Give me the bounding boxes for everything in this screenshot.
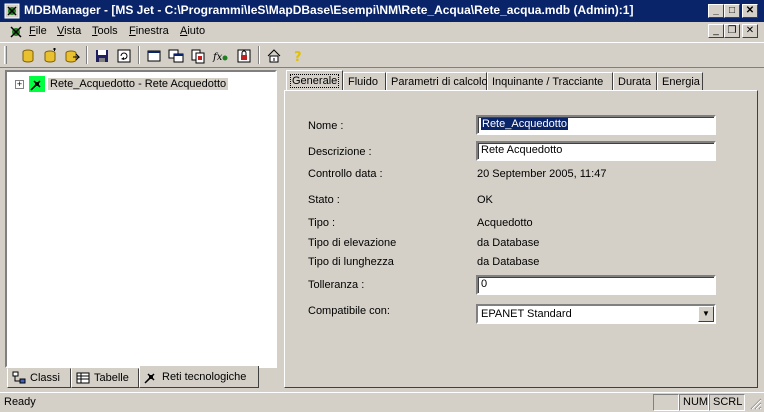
tipo-value: Acquedotto [477, 217, 533, 229]
network-icon [144, 372, 155, 384]
menu-file[interactable]: File [29, 25, 47, 37]
tab-durata[interactable]: Durata [613, 72, 657, 91]
left-tab-strip: Classi Tabelle Reti tecnologiche [5, 366, 277, 390]
help-icon[interactable]: ? [288, 46, 308, 66]
tab-durata-label: Durata [618, 76, 652, 88]
tab-parametri-label: Parametri di calcolo [391, 76, 488, 88]
status-text: Ready [4, 396, 36, 408]
tipo-elevazione-value: da Database [477, 237, 540, 249]
maximize-button[interactable]: □ [724, 4, 740, 18]
tab-tabelle-label: Tabelle [94, 372, 129, 384]
classes-icon [12, 371, 26, 384]
status-bar: Ready NUM SCRL [0, 392, 764, 412]
tab-energia[interactable]: Energia [657, 72, 703, 91]
panel-splitter[interactable] [279, 68, 283, 390]
tipo-lunghezza-value: da Database [477, 256, 540, 268]
tab-classi[interactable]: Classi [7, 368, 71, 388]
tipo-label: Tipo : [308, 217, 336, 229]
nome-value: Rete_Acquedotto [481, 118, 569, 130]
nome-field[interactable]: Rete_Acquedotto [476, 115, 716, 135]
tab-energia-label: Energia [662, 76, 700, 88]
db-export-icon[interactable] [62, 46, 82, 66]
stato-label: Stato : [308, 194, 340, 206]
menu-aiuto[interactable]: Aiuto [180, 25, 205, 37]
title-bar: MDBManager - [MS Jet - C:\Programmi\IeS\… [0, 0, 764, 22]
menu-tools-rest: ools [97, 25, 118, 37]
chevron-down-icon[interactable]: ▼ [698, 306, 714, 322]
compatibile-select[interactable]: EPANET Standard ▼ [476, 304, 716, 324]
status-scrl: SCRL [709, 394, 745, 411]
tab-generale-label: Generale [289, 74, 340, 88]
close-button[interactable]: ✕ [742, 4, 758, 18]
db-open-icon[interactable] [18, 46, 38, 66]
status-pane-empty [653, 394, 679, 411]
app-icon[interactable] [4, 3, 20, 19]
toolbar-separator [138, 46, 140, 64]
tab-parametri-di-calcolo[interactable]: Parametri di calcolo [386, 72, 488, 91]
tree-panel[interactable]: + Rete_Acquedotto - Rete Acquedotto [5, 70, 277, 368]
function-icon[interactable]: fx [210, 46, 230, 66]
tree-expand-button[interactable]: + [15, 79, 24, 89]
mdi-restore-button[interactable]: ❐ [724, 24, 740, 38]
network-node-icon [29, 76, 45, 92]
tab-generale[interactable]: Generale [286, 70, 343, 91]
descrizione-label: Descrizione : [308, 146, 372, 158]
toolbar: fx ? [0, 42, 764, 68]
toolbar-grip[interactable] [4, 46, 7, 64]
tipo-lunghezza-label: Tipo di lunghezza [308, 256, 394, 268]
save-icon[interactable] [92, 46, 112, 66]
nome-label: Nome : [308, 120, 344, 132]
refresh-icon[interactable] [114, 46, 134, 66]
document-system-icon[interactable] [8, 24, 24, 40]
toolbar-separator [86, 46, 88, 64]
tree-item-rete-acquedotto[interactable]: + Rete_Acquedotto - Rete Acquedotto [15, 76, 229, 92]
compatibile-value: EPANET Standard [481, 308, 572, 320]
table-icon [76, 372, 90, 384]
db-new-icon[interactable] [40, 46, 60, 66]
minimize-button[interactable]: _ [708, 4, 724, 18]
home-icon[interactable] [264, 46, 284, 66]
menu-vista-rest: ista [64, 25, 82, 37]
descrizione-value: Rete Acquedotto [481, 144, 563, 156]
menu-finestra-rest: inestra [135, 25, 169, 37]
compatibile-label: Compatibile con: [308, 305, 390, 317]
menu-finestra[interactable]: Finestra [129, 25, 169, 37]
copy-window-icon[interactable] [188, 46, 208, 66]
menu-bar: File Vista Tools Finestra Aiuto [0, 22, 764, 42]
tab-fluido-label: Fluido [348, 76, 378, 88]
toolbar-separator [258, 46, 260, 64]
menu-vista[interactable]: Vista [57, 25, 81, 37]
menu-aiuto-rest: iuto [187, 25, 206, 37]
resize-grip-icon[interactable] [750, 398, 762, 410]
controllo-data-value: 20 September 2005, 11:47 [477, 168, 607, 180]
tab-tabelle[interactable]: Tabelle [71, 368, 139, 388]
mdi-minimize-button[interactable]: _ [708, 24, 724, 38]
tab-reti-tecnologiche[interactable]: Reti tecnologiche [139, 366, 259, 388]
window-title: MDBManager - [MS Jet - C:\Programmi\IeS\… [24, 3, 634, 17]
status-num: NUM [679, 394, 709, 411]
lock-icon[interactable] [234, 46, 254, 66]
tolleranza-label: Tolleranza : [308, 279, 365, 291]
controllo-data-label: Controllo data : [308, 168, 383, 180]
tab-reti-label: Reti tecnologiche [162, 370, 247, 383]
tree-item-label: Rete_Acquedotto - Rete Acquedotto [48, 78, 229, 90]
tab-classi-label: Classi [30, 372, 60, 384]
svg-text:fx: fx [212, 52, 223, 63]
descrizione-field[interactable]: Rete Acquedotto [476, 141, 716, 161]
tab-fluido[interactable]: Fluido [343, 72, 386, 91]
svg-text:?: ? [294, 50, 302, 64]
tipo-elevazione-label: Tipo di elevazione [308, 237, 397, 249]
menu-tools[interactable]: Tools [92, 25, 118, 37]
mdi-close-button[interactable]: ✕ [742, 24, 758, 38]
windows-icon[interactable] [166, 46, 186, 66]
tolleranza-value: 0 [481, 278, 488, 290]
tab-inquinante-tracciante[interactable]: Inquinante / Tracciante [487, 72, 613, 91]
tolleranza-field[interactable]: 0 [476, 275, 716, 295]
tab-inquinante-label: Inquinante / Tracciante [492, 76, 604, 88]
menu-file-rest: ile [35, 25, 47, 37]
stato-value: OK [477, 194, 493, 206]
window-icon[interactable] [144, 46, 164, 66]
